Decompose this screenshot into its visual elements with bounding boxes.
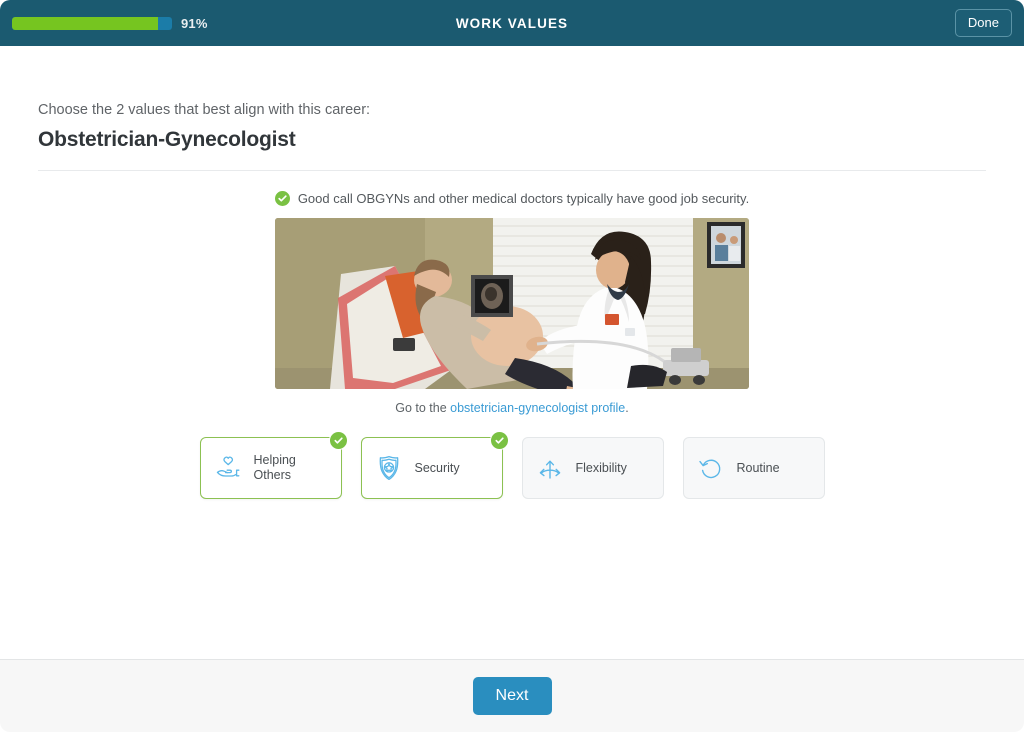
progress-bar-fill xyxy=(12,16,158,30)
main-content: Choose the 2 values that best align with… xyxy=(0,46,1024,659)
profile-link-line: Go to the obstetrician-gynecologist prof… xyxy=(38,401,986,415)
career-title: Obstetrician-Gynecologist xyxy=(38,128,296,151)
value-card-label: Helping Others xyxy=(253,453,296,482)
selected-check-icon xyxy=(489,431,509,450)
instruction-text: Choose the 2 values that best align with… xyxy=(38,102,371,118)
career-photo xyxy=(275,218,749,389)
value-card-routine[interactable]: Routine xyxy=(682,437,825,499)
progress-bar-track xyxy=(12,16,172,30)
progress-indicator: 91% xyxy=(12,16,208,31)
shield-badge-icon xyxy=(375,454,404,483)
feedback-text: Good call OBGYNs and other medical docto… xyxy=(297,191,750,206)
app-footer: Next xyxy=(0,659,1024,732)
app-header: 91% WORK VALUES Done xyxy=(0,0,1024,46)
career-photo-container xyxy=(38,218,986,389)
obstetrician-gynecologist-profile-link[interactable]: obstetrician-gynecologist profile xyxy=(450,401,625,415)
selected-check-icon xyxy=(328,431,348,450)
value-card-label: Security xyxy=(414,460,460,475)
value-card-security[interactable]: Security xyxy=(360,431,509,499)
profile-link-suffix: . xyxy=(625,401,629,415)
branching-arrows-icon xyxy=(536,454,565,483)
value-card-label: Routine xyxy=(736,460,780,475)
progress-percent-label: 91% xyxy=(181,15,208,31)
check-circle-icon xyxy=(274,191,290,206)
value-card-flexibility[interactable]: Flexibility xyxy=(521,437,664,499)
value-card-label: Flexibility xyxy=(575,460,627,475)
content-divider xyxy=(38,170,986,171)
hand-heart-icon xyxy=(214,454,243,483)
feedback-message: Good call OBGYNs and other medical docto… xyxy=(38,191,986,206)
value-card-helping-others[interactable]: Helping Others xyxy=(199,431,348,499)
work-values-screen: 91% WORK VALUES Done Choose the 2 values… xyxy=(0,0,1024,732)
next-button[interactable]: Next xyxy=(472,677,552,715)
done-button[interactable]: Done xyxy=(954,9,1012,37)
value-cards-row: Helping Others Security Flexibility Routine xyxy=(38,431,986,499)
profile-link-prefix: Go to the xyxy=(395,401,451,415)
circular-arrow-icon xyxy=(697,454,726,483)
